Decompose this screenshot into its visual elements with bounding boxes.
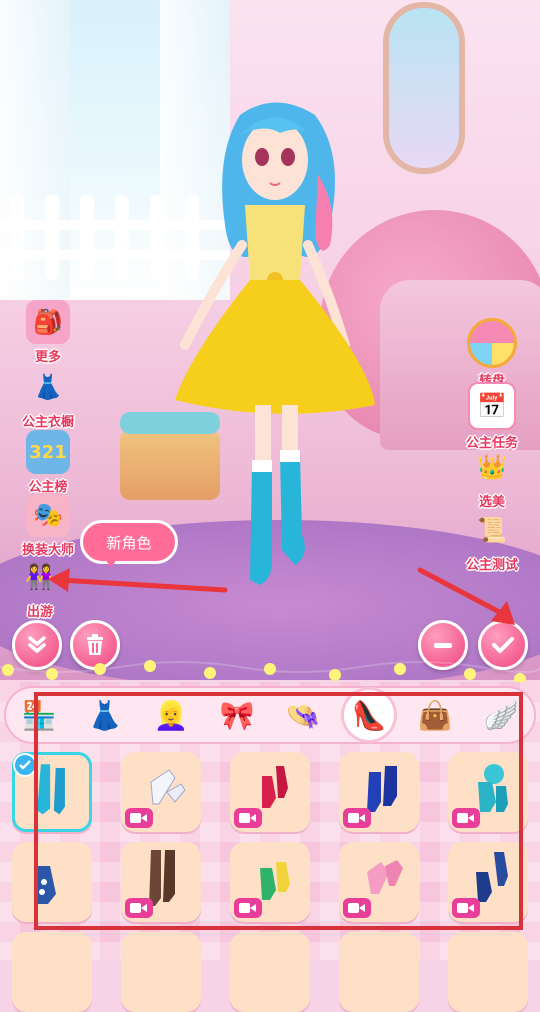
wall-mirror [383, 2, 465, 174]
princess-ranking-button[interactable]: 321 公主榜 [8, 430, 88, 495]
new-character-text: 新角色 [106, 533, 152, 552]
princess-wardrobe-button[interactable]: 👗 公主衣橱 [8, 365, 88, 430]
crown-icon: 👑 [477, 453, 507, 481]
princess-wardrobe-label: 公主衣橱 [21, 415, 74, 430]
item-row3-2[interactable] [121, 932, 201, 1012]
princess-character[interactable] [170, 95, 380, 625]
arrow-left-annotation [48, 568, 228, 593]
princess-test-button[interactable]: 📜 公主测试 [452, 508, 532, 573]
item-row3-3[interactable] [230, 932, 310, 1012]
arrow-down-right-annotation [417, 567, 515, 625]
wardrobe-icon: 👗 [33, 373, 63, 401]
new-character-tooltip[interactable]: 新角色 [80, 520, 178, 567]
outing-label: 出游 [26, 605, 53, 620]
more-button[interactable]: 🎒 更多 [8, 300, 88, 365]
quill-icon: 📜 [477, 516, 507, 544]
beauty-contest-button[interactable]: 👑 选美 [452, 445, 532, 510]
backpack-icon: 🎒 [26, 300, 70, 344]
item-row3-5[interactable] [448, 932, 528, 1012]
wheel-icon [467, 318, 517, 368]
item-row3-4[interactable] [339, 932, 419, 1012]
ranking-icon: 321 [26, 430, 70, 474]
item-row3-1[interactable] [12, 932, 92, 1012]
curtain-stage-icon: 🎭 [26, 493, 70, 537]
calendar-icon: 📅 [468, 382, 516, 430]
dressup-master-button[interactable]: 🎭 换装大师 [8, 493, 88, 558]
highlight-frame [34, 692, 523, 930]
more-label: 更多 [34, 350, 61, 365]
string-lights [0, 660, 540, 685]
princess-tasks-button[interactable]: 📅 公主任务 [452, 382, 532, 451]
wheel-button[interactable]: 转盘 [452, 318, 532, 389]
